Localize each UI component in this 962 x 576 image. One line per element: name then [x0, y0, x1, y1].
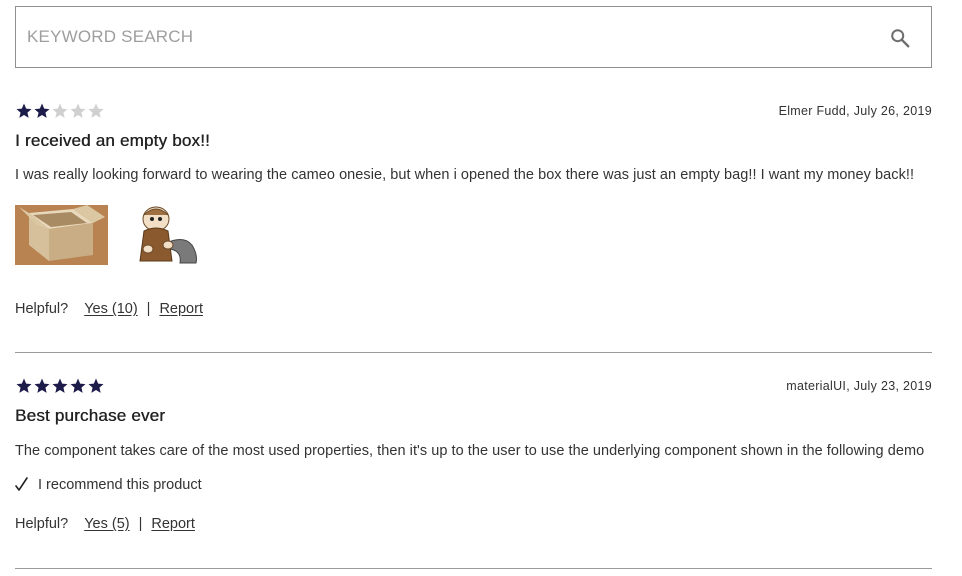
star-filled-icon: [34, 103, 50, 118]
separator: |: [138, 516, 143, 532]
review-body: I was really looking forward to wearing …: [15, 167, 915, 183]
review-image-cartoon[interactable]: [122, 205, 215, 265]
recommend-label: I recommend this product: [38, 477, 202, 493]
separator: |: [146, 301, 151, 317]
review-title: I received an empty box!!: [15, 131, 210, 150]
helpful-label: Helpful?: [15, 301, 69, 317]
review-divider: [15, 568, 932, 569]
helpful-yes-link[interactable]: Yes (5): [84, 516, 129, 532]
star-filled-icon: [16, 103, 32, 118]
review-divider: [15, 352, 932, 353]
recommend-row: I recommend this product: [15, 477, 202, 493]
keyword-search-box[interactable]: [15, 6, 932, 68]
report-link[interactable]: Report: [159, 301, 203, 317]
review-author-date: Elmer Fudd, July 26, 2019: [778, 104, 932, 118]
review-images: [15, 205, 215, 265]
star-rating: [15, 102, 105, 120]
star-empty-icon: [88, 103, 104, 118]
star-filled-icon: [70, 378, 86, 393]
review-card: materialUI, July 23, 2019 Best purchase …: [15, 377, 932, 567]
star-filled-icon: [16, 378, 32, 393]
checkmark-icon: [15, 477, 28, 491]
review-card: Elmer Fudd, July 26, 2019 I received an …: [15, 102, 932, 352]
helpful-row: Helpful? Yes (10) | Report: [15, 301, 203, 317]
star-empty-icon: [70, 103, 86, 118]
star-rating: [15, 377, 105, 395]
star-filled-icon: [88, 378, 104, 393]
search-icon[interactable]: [889, 27, 911, 49]
review-image-box[interactable]: [15, 205, 108, 265]
review-body: The component takes care of the most use…: [15, 443, 925, 459]
keyword-search-input[interactable]: [16, 7, 876, 67]
helpful-row: Helpful? Yes (5) | Report: [15, 516, 195, 532]
report-link[interactable]: Report: [151, 516, 195, 532]
star-filled-icon: [52, 378, 68, 393]
star-filled-icon: [34, 378, 50, 393]
cartoon-hunter-image: [122, 205, 215, 265]
review-title: Best purchase ever: [15, 406, 166, 425]
review-author-date: materialUI, July 23, 2019: [786, 379, 932, 393]
star-empty-icon: [52, 103, 68, 118]
cardboard-box-image: [15, 205, 108, 265]
helpful-yes-link[interactable]: Yes (10): [84, 301, 137, 317]
helpful-label: Helpful?: [15, 516, 69, 532]
